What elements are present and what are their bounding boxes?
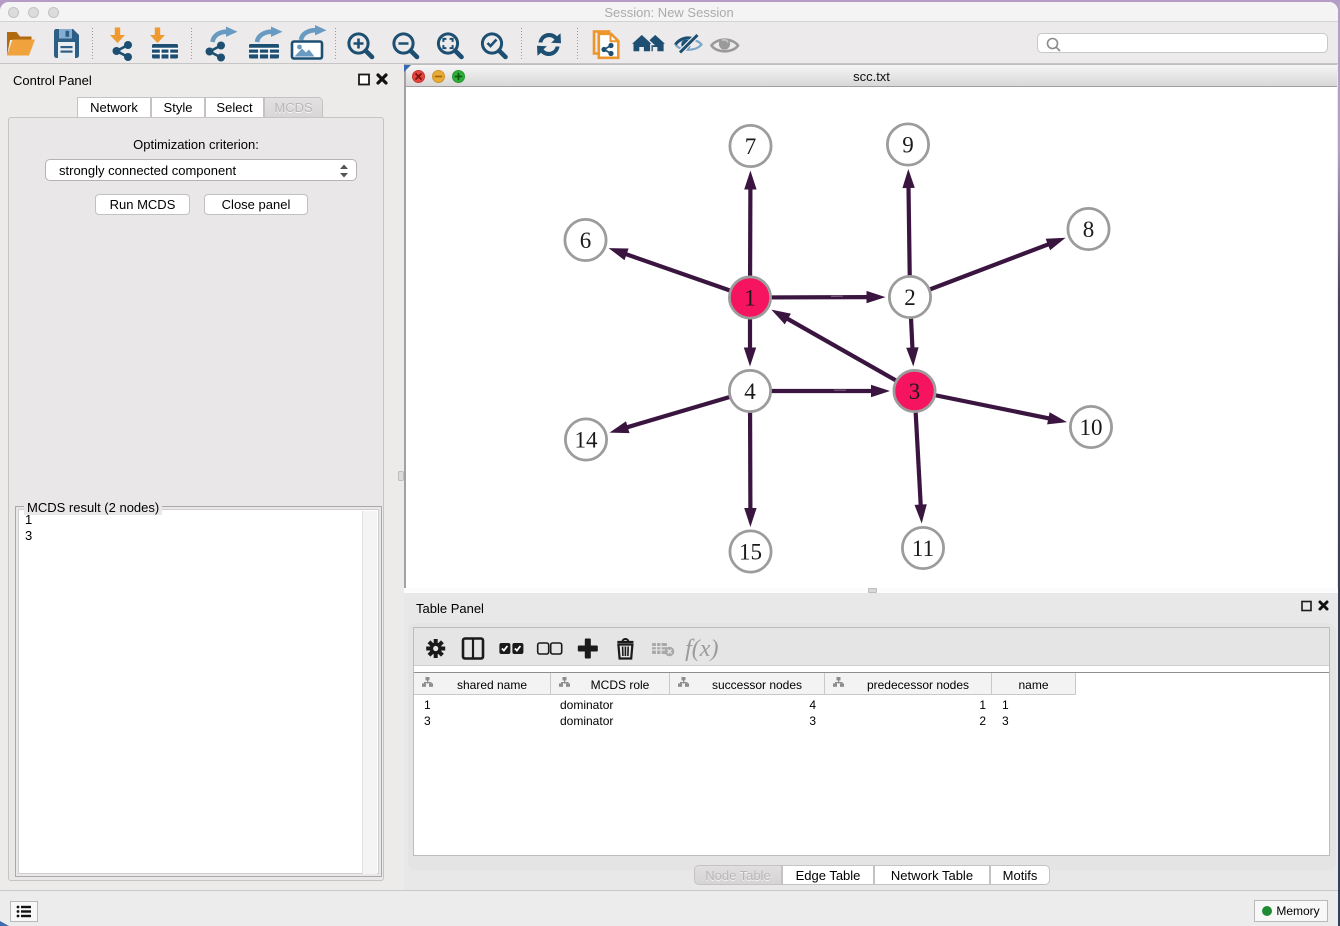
svg-text:7: 7 (745, 134, 757, 159)
svg-text:10: 10 (1080, 415, 1103, 440)
svg-text:1: 1 (744, 286, 756, 311)
svg-text:14: 14 (575, 428, 599, 453)
svg-text:2: 2 (904, 285, 916, 310)
svg-text:3: 3 (909, 379, 921, 404)
svg-text:8: 8 (1083, 217, 1095, 242)
svg-text:9: 9 (902, 133, 914, 158)
svg-text:6: 6 (580, 228, 592, 253)
svg-text:11: 11 (912, 536, 934, 561)
svg-text:f(x): f(x) (685, 636, 718, 662)
svg-text:15: 15 (739, 540, 762, 565)
svg-text:4: 4 (744, 379, 756, 404)
